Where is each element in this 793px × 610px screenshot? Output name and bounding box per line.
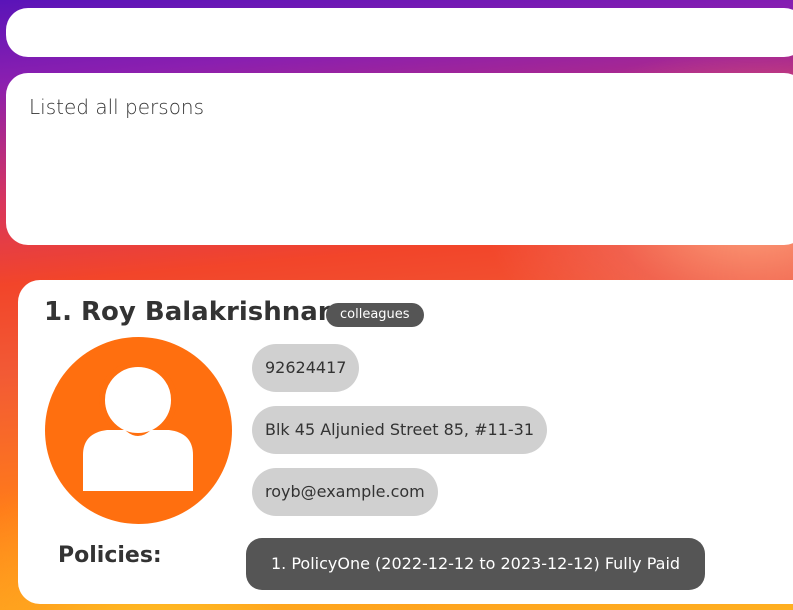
- email-field: royb@example.com: [252, 468, 438, 516]
- result-display: Listed all persons: [6, 73, 793, 245]
- person-name: 1. Roy Balakrishnan: [44, 297, 337, 327]
- user-silhouette-icon: [83, 361, 193, 491]
- result-message: Listed all persons: [29, 95, 205, 119]
- tag-badge: colleagues: [326, 303, 424, 327]
- avatar: [45, 337, 232, 524]
- person-list-panel[interactable]: 1. Roy Balakrishnan colleagues 92624417 …: [18, 280, 793, 604]
- policy-item: 1. PolicyOne (2022-12-12 to 2023-12-12) …: [246, 538, 706, 590]
- policies-label: Policies:: [58, 543, 162, 568]
- address-field: Blk 45 Aljunied Street 85, #11-31: [252, 406, 547, 454]
- phone-field: 92624417: [252, 344, 360, 392]
- command-input[interactable]: [6, 8, 793, 57]
